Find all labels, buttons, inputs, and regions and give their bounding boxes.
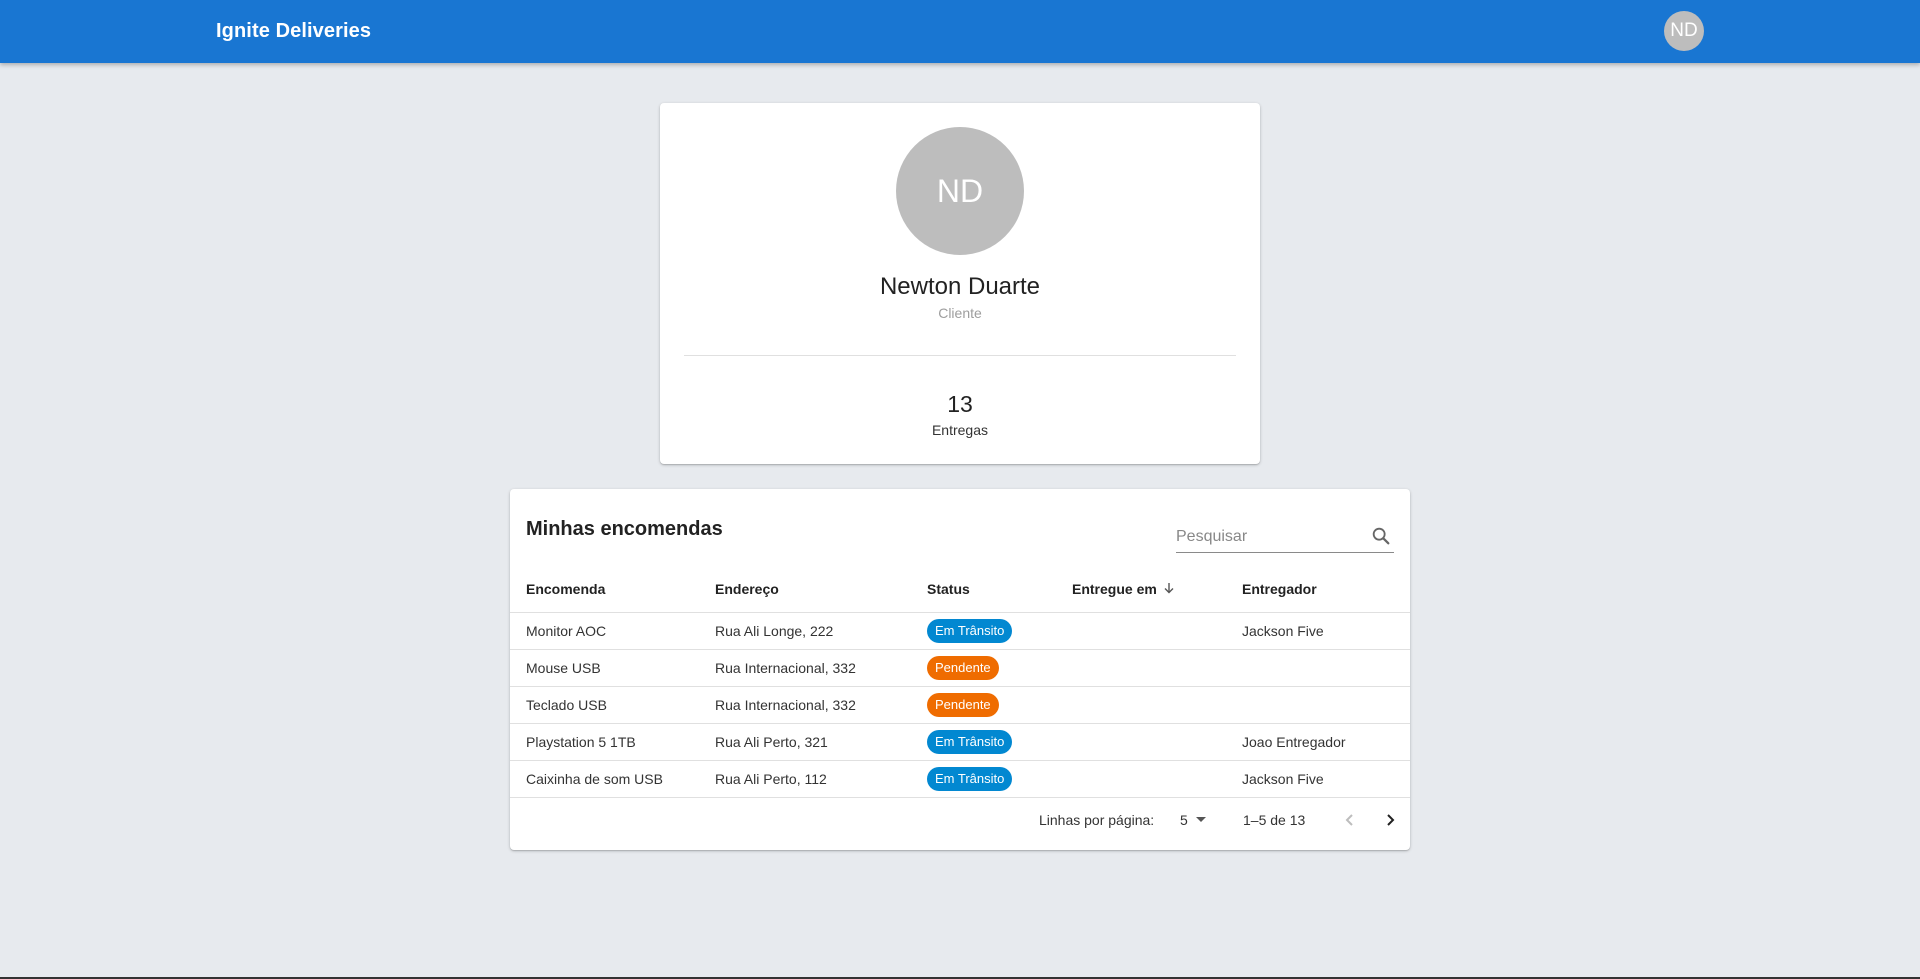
cell-entregador: Jackson Five: [1242, 760, 1410, 798]
cell-encomenda: Playstation 5 1TB: [510, 723, 715, 761]
status-badge: Em Trânsito: [927, 618, 1013, 643]
table-row[interactable]: Mouse USB Rua Internacional, 332 Pendente: [510, 649, 1410, 687]
cell-entregador: Jackson Five: [1242, 612, 1410, 650]
table-row[interactable]: Caixinha de som USB Rua Ali Perto, 112 Em …: [510, 760, 1410, 798]
cell-endereco: Rua Ali Perto, 321: [715, 723, 927, 761]
column-header-endereco[interactable]: Endereço: [715, 567, 927, 613]
profile-avatar: ND: [896, 127, 1024, 255]
orders-title: Minhas encomendas: [526, 518, 723, 540]
deliveries-count: 13: [947, 391, 973, 417]
table-row[interactable]: Teclado USB Rua Internacional, 332 Pendent…: [510, 686, 1410, 724]
orders-table-body: Monitor AOC Rua Ali Longe, 222 Em Trânsito…: [510, 612, 1410, 798]
column-header-status[interactable]: Status: [927, 567, 1072, 613]
search-input[interactable]: [1176, 525, 1366, 549]
arrow-down-icon[interactable]: [1163, 582, 1175, 597]
previous-page-button[interactable]: [1338, 808, 1362, 832]
cell-endereco: Rua Internacional, 332: [715, 649, 927, 687]
user-avatar[interactable]: ND: [1664, 11, 1704, 51]
deliveries-label: Entregas: [931, 422, 989, 438]
cell-encomenda: Mouse USB: [510, 649, 715, 687]
profile-card: ND Newton Duarte Cliente 13 Entregas: [660, 103, 1260, 464]
cell-entregue-em: [1072, 723, 1242, 761]
cell-status: Em Trânsito: [927, 723, 1072, 761]
cell-endereco: Rua Ali Longe, 222: [715, 612, 927, 650]
cell-status: Pendente: [927, 686, 1072, 724]
cell-status: Pendente: [927, 649, 1072, 687]
cell-encomenda: Monitor AOC: [510, 612, 715, 650]
column-header-entregue-em[interactable]: Entregue em: [1072, 567, 1242, 613]
search-icon[interactable]: [1370, 525, 1392, 547]
cell-entregue-em: [1072, 760, 1242, 798]
cell-status: Em Trânsito: [927, 760, 1072, 798]
cell-entregue-em: [1072, 612, 1242, 650]
next-page-button[interactable]: [1378, 808, 1402, 832]
column-header-entregador[interactable]: Entregador: [1242, 567, 1410, 613]
cell-entregador: Joao Entregador: [1242, 723, 1410, 761]
cell-entregador: [1242, 649, 1410, 687]
profile-role: Cliente: [938, 305, 982, 321]
column-header-encomenda[interactable]: Encomenda: [510, 567, 715, 613]
status-badge: Em Trânsito: [927, 729, 1013, 754]
search-field: [1176, 523, 1394, 553]
status-badge: Pendente: [927, 655, 999, 680]
pagination: Linhas por página: 5 1–5 de 13: [510, 800, 1410, 840]
rows-per-page-select[interactable]: 5: [1180, 812, 1206, 828]
cell-status: Em Trânsito: [927, 612, 1072, 650]
table-row[interactable]: Playstation 5 1TB Rua Ali Perto, 321 Em Tr…: [510, 723, 1410, 761]
table-header-row: Encomenda Endereço Status Entregue em En…: [510, 567, 1410, 613]
caret-down-icon: [1195, 817, 1206, 822]
cell-entregue-em: [1072, 686, 1242, 724]
cell-encomenda: Caixinha de som USB: [510, 760, 715, 798]
cell-encomenda: Teclado USB: [510, 686, 715, 724]
orders-table: Encomenda Endereço Status Entregue em En…: [510, 567, 1410, 798]
table-row[interactable]: Monitor AOC Rua Ali Longe, 222 Em Trânsito…: [510, 612, 1410, 650]
page-range: 1–5 de 13: [1243, 812, 1306, 828]
cell-endereco: Rua Internacional, 332: [715, 686, 927, 724]
cell-endereco: Rua Ali Perto, 112: [715, 760, 927, 798]
status-badge: Pendente: [927, 692, 999, 717]
status-badge: Em Trânsito: [927, 766, 1013, 791]
cell-entregue-em: [1072, 649, 1242, 687]
cell-entregador: [1242, 686, 1410, 724]
rows-per-page-label: Linhas por página:: [1039, 812, 1155, 828]
divider: [684, 355, 1236, 356]
app-bar: Ignite Deliveries ND: [0, 0, 1920, 63]
profile-name: Newton Duarte: [879, 273, 1041, 300]
orders-card: Minhas encomendas Encomenda Endereço Sta…: [510, 489, 1410, 850]
app-title[interactable]: Ignite Deliveries: [216, 20, 371, 43]
